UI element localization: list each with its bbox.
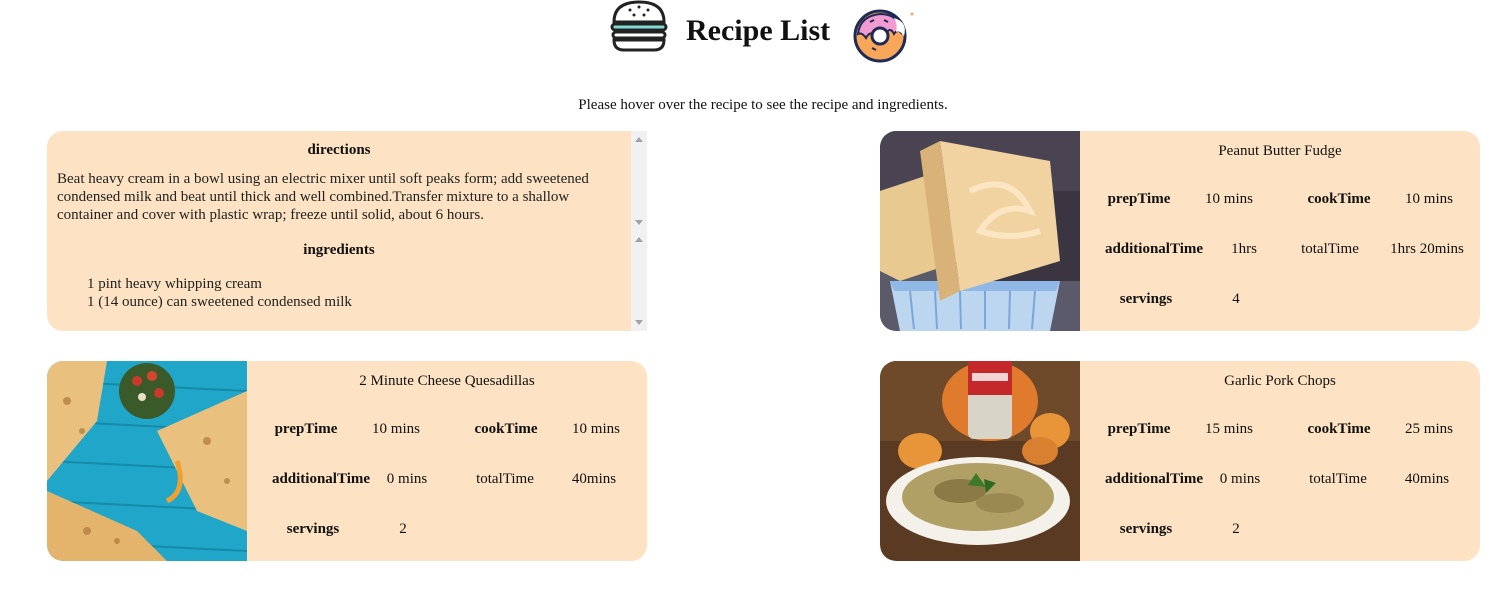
ingredients-scrollbar[interactable] [631,231,647,331]
additional-time-label: additionalTime [1104,241,1204,257]
recipe-name: Garlic Pork Chops [1224,373,1336,389]
prep-time-value: 10 mins [372,421,420,437]
servings-value: 2 [399,521,407,537]
ingredients-heading: ingredients [303,242,375,258]
page-header: Recipe List [0,0,1512,70]
prep-time-label: prepTime [274,421,338,437]
directions-text: Beat heavy cream in a bowl using an elec… [57,171,589,223]
directions-scrollbar[interactable] [631,131,647,231]
ingredient-item: 1 (14 ounce) can sweetened condensed mil… [87,294,352,310]
directions-panel[interactable]: directions Beat heavy cream in a bowl us… [47,131,631,331]
recipe-card[interactable]: 2 Minute Cheese Quesadillas prepTime 10 … [47,361,647,561]
ingredient-item: 1 pint heavy whipping cream [87,276,262,292]
cook-time-value: 25 mins [1405,421,1453,437]
total-time-label: totalTime [1301,241,1359,257]
servings-label: servings [1119,291,1173,307]
scroll-up-icon[interactable] [635,137,643,142]
servings-label: servings [1119,521,1173,537]
page-title: Recipe List [686,14,831,47]
recipe-card-hovered[interactable]: directions Beat heavy cream in a bowl us… [47,131,647,331]
scroll-down-icon[interactable] [635,320,643,325]
recipe-info: Peanut Butter Fudge prepTime 10 mins coo… [1080,131,1480,331]
directions-heading: directions [307,142,371,158]
donut-icon [850,4,914,64]
recipe-info: 2 Minute Cheese Quesadillas prepTime 10 … [247,361,647,561]
total-time-value: 1hrs 20mins [1390,241,1464,257]
cook-time-value: 10 mins [1405,191,1453,207]
total-time-label: totalTime [1309,471,1367,487]
scroll-down-icon[interactable] [635,220,643,225]
cook-time-label: cookTime [1307,421,1371,437]
ingredients-list: 1 pint heavy whipping cream 1 (14 ounce)… [87,275,352,311]
recipe-name: Peanut Butter Fudge [1218,143,1342,159]
recipe-photo-quesadillas [47,361,247,561]
hover-hint: Please hover over the recipe to see the … [578,97,948,113]
servings-value: 4 [1232,291,1240,307]
cook-time-value: 10 mins [572,421,620,437]
additional-time-value: 0 mins [1219,471,1261,487]
prep-time-label: prepTime [1107,421,1171,437]
additional-time-value: 0 mins [386,471,428,487]
total-time-label: totalTime [476,471,534,487]
prep-time-value: 15 mins [1205,421,1253,437]
recipe-card[interactable]: Garlic Pork Chops prepTime 15 mins cookT… [880,361,1480,561]
servings-value: 2 [1232,521,1240,537]
total-time-value: 40mins [571,471,617,487]
cook-time-label: cookTime [474,421,538,437]
servings-label: servings [286,521,340,537]
recipe-name: 2 Minute Cheese Quesadillas [359,373,535,389]
recipe-info: Garlic Pork Chops prepTime 15 mins cookT… [1080,361,1480,561]
additional-time-label: additionalTime [1104,471,1204,487]
cook-time-label: cookTime [1307,191,1371,207]
prep-time-label: prepTime [1107,191,1171,207]
prep-time-value: 10 mins [1205,191,1253,207]
additional-time-label: additionalTime [271,471,371,487]
recipe-photo-fudge [880,131,1080,331]
additional-time-value: 1hrs [1231,241,1257,257]
burger-icon [610,0,668,52]
recipe-photo-pork-chops [880,361,1080,561]
total-time-value: 40mins [1404,471,1450,487]
recipe-card[interactable]: Peanut Butter Fudge prepTime 10 mins coo… [880,131,1480,331]
scroll-up-icon[interactable] [635,237,643,242]
